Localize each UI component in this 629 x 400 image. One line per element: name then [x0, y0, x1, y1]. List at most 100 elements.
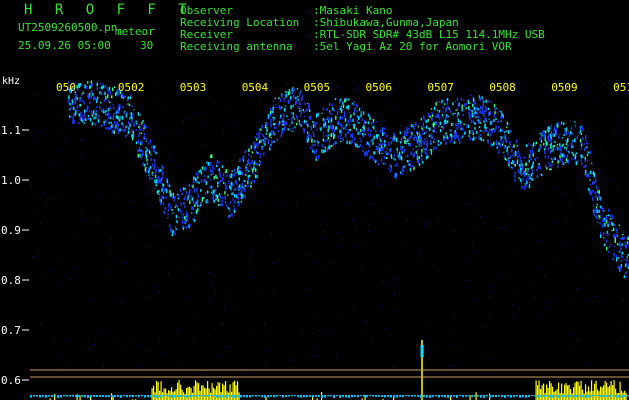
signal-level-bar: [573, 387, 575, 400]
echo-pixel: [485, 99, 487, 103]
noise-pixel: [551, 258, 553, 260]
baseline-pixel: [597, 395, 599, 397]
noise-pixel: [514, 312, 516, 314]
echo-pixel: [142, 150, 144, 155]
echo-pixel: [264, 140, 266, 144]
echo-pixel: [93, 95, 95, 97]
echo-pixel: [592, 189, 594, 192]
echo-pixel: [109, 117, 111, 120]
echo-pixel: [328, 118, 331, 122]
x-tick-label: 0506: [366, 81, 393, 94]
noise-pixel: [554, 222, 556, 224]
echo-pixel: [345, 132, 347, 136]
noise-pixel: [337, 155, 339, 157]
noise-pixel: [34, 137, 36, 139]
echo-pixel: [80, 112, 82, 114]
noise-pixel: [54, 341, 56, 342]
baseline-pixel: [39, 395, 41, 398]
noise-pixel: [183, 183, 185, 185]
baseline-pixel: [399, 395, 401, 397]
echo-pixel: [127, 130, 130, 134]
echo-pixel: [259, 140, 261, 144]
x-tick-label: 050: [56, 81, 76, 94]
echo-pixel: [540, 140, 543, 143]
echo-pixel: [99, 91, 101, 95]
echo-pixel: [132, 131, 134, 134]
echo-pixel: [490, 145, 492, 147]
echo-pixel: [154, 174, 157, 178]
noise-pixel: [294, 128, 296, 130]
echo-pixel: [409, 131, 411, 133]
noise-pixel: [322, 217, 324, 219]
echo-pixel: [494, 111, 496, 115]
echo-pixel: [586, 159, 589, 162]
echo-pixel: [547, 155, 550, 159]
echo-pixel: [230, 181, 233, 186]
echo-pixel: [596, 185, 598, 189]
echo-pixel: [238, 170, 240, 175]
echo-pixel: [536, 175, 538, 179]
echo-pixel: [433, 129, 436, 133]
noise-pixel: [512, 200, 514, 202]
baseline-pixel: [264, 395, 266, 398]
echo-pixel: [131, 117, 133, 120]
echo-pixel: [369, 133, 372, 137]
echo-pixel: [200, 179, 203, 183]
noise-pixel: [241, 176, 242, 177]
noise-pixel: [387, 133, 389, 135]
baseline-pixel: [198, 395, 200, 397]
echo-pixel: [340, 137, 342, 140]
echo-pixel: [95, 112, 97, 117]
echo-pixel: [427, 118, 429, 122]
echo-pixel: [462, 134, 464, 137]
baseline-pixel: [216, 395, 218, 398]
noise-pixel: [180, 131, 182, 133]
echo-pixel: [548, 133, 550, 136]
echo-pixel: [547, 147, 550, 151]
echo-pixel: [571, 140, 574, 143]
echo-pixel: [365, 151, 367, 154]
noise-pixel: [588, 131, 590, 133]
echo-pixel: [586, 153, 589, 157]
echo-pixel: [181, 213, 183, 215]
echo-pixel: [143, 163, 146, 167]
echo-pixel: [72, 120, 74, 124]
echo-pixel: [239, 158, 241, 162]
y-axis-label: kHz: [2, 76, 20, 87]
echo-pixel: [128, 104, 131, 107]
baseline-pixel: [189, 395, 191, 398]
echo-pixel: [617, 257, 619, 259]
echo-pixel: [576, 159, 579, 162]
echo-pixel: [294, 126, 296, 128]
signal-level-bar: [151, 388, 153, 400]
noise-pixel: [442, 102, 444, 104]
echo-pixel: [287, 91, 290, 96]
noise-pixel: [348, 115, 350, 117]
baseline-pixel: [405, 395, 407, 397]
echo-pixel: [318, 154, 320, 159]
echo-pixel: [197, 207, 199, 212]
noise-pixel: [427, 107, 429, 109]
echo-pixel: [122, 124, 124, 128]
echo-pixel: [105, 119, 107, 123]
echo-pixel: [116, 111, 118, 114]
echo-pixel: [233, 175, 235, 177]
echo-pixel: [338, 123, 340, 125]
echo-pixel: [451, 123, 453, 126]
echo-pixel: [493, 103, 496, 108]
noise-pixel: [489, 134, 491, 135]
echo-pixel: [270, 136, 272, 139]
echo-pixel: [556, 147, 558, 151]
noise-pixel: [550, 128, 552, 129]
signal-level-bar: [166, 393, 168, 400]
noise-pixel: [394, 91, 396, 93]
echo-pixel: [603, 218, 605, 220]
echo-pixel: [328, 139, 331, 143]
echo-pixel: [165, 196, 167, 199]
echo-pixel: [499, 143, 501, 148]
echo-pixel: [145, 126, 148, 129]
echo-pixel: [554, 140, 556, 143]
baseline-pixel: [510, 395, 512, 398]
noise-pixel: [511, 304, 513, 306]
echo-pixel: [611, 221, 613, 225]
